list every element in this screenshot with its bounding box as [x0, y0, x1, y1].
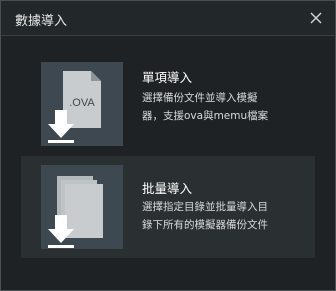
ova-file-import-icon: .OVA	[48, 71, 101, 143]
close-button[interactable]	[305, 7, 327, 29]
single-import-option[interactable]: .OVA 單項導入 選擇備份文件並導入模擬 器，支援ova與memu檔案	[21, 53, 315, 155]
multi-file-import-icon	[48, 176, 103, 248]
batch-import-title: 批量導入	[142, 181, 193, 196]
close-icon	[310, 12, 322, 24]
dialog-title: 數據導入	[15, 14, 68, 29]
data-import-dialog: 數據導入 .OVA 單項導入 選擇備份文件並導入模擬 器，支援ova與memu檔…	[0, 0, 336, 291]
single-import-thumbnail: .OVA	[41, 62, 123, 146]
single-import-desc-line-1: 選擇備份文件並導入模擬	[142, 92, 258, 104]
batch-import-option[interactable]: 批量導入 選擇指定目錄並批量導入目 錄下所有的模擬器備份文件	[21, 156, 315, 258]
title-bar: 數據導入	[1, 1, 335, 36]
batch-import-desc-line-2: 錄下所有的模擬器備份文件	[142, 219, 268, 231]
ova-badge: .OVA	[69, 97, 95, 109]
batch-import-thumbnail	[41, 165, 123, 249]
batch-import-description: 選擇指定目錄並批量導入目 錄下所有的模擬器備份文件	[142, 198, 312, 234]
batch-import-desc-line-1: 選擇指定目錄並批量導入目	[142, 201, 268, 213]
single-import-description: 選擇備份文件並導入模擬 器，支援ova與memu檔案	[142, 89, 312, 125]
single-import-desc-line-2: 器，支援ova與memu檔案	[142, 110, 269, 122]
single-import-title: 單項導入	[142, 70, 193, 85]
